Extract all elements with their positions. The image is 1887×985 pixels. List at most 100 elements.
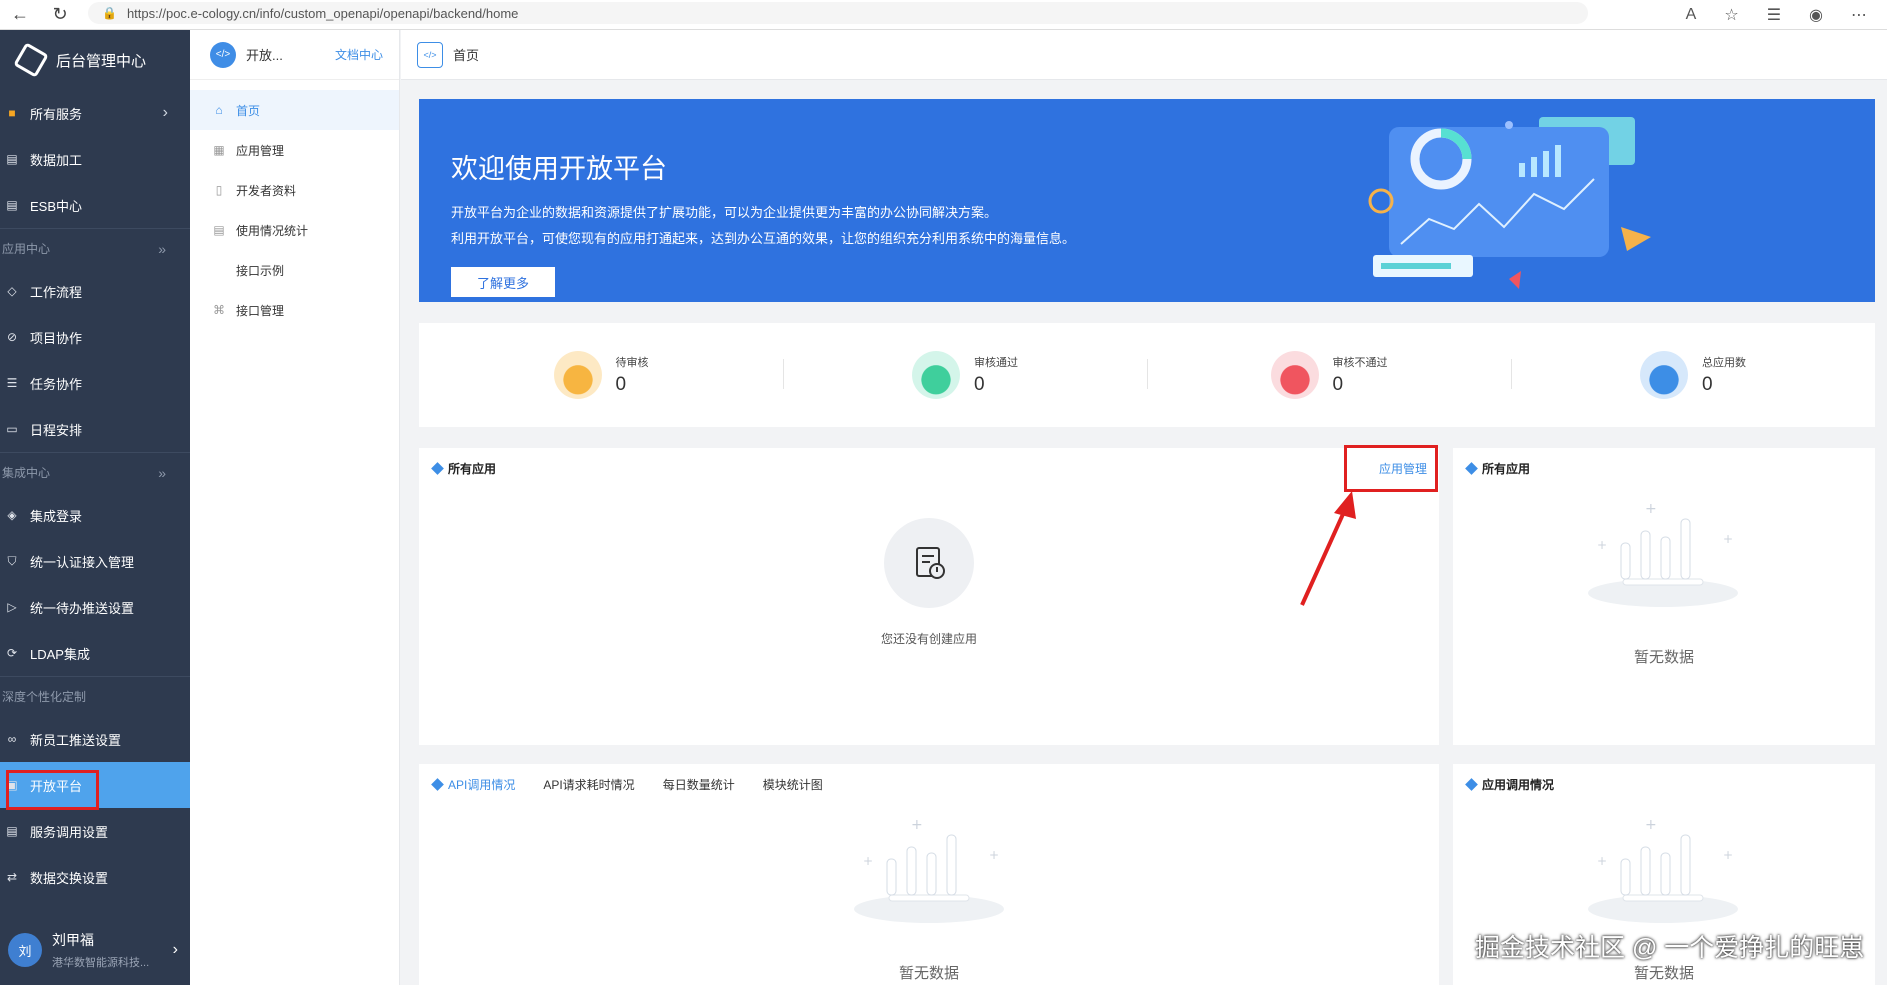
sync-icon: ⟳ [6,646,18,660]
sidebar-item-auth[interactable]: ⛉ 统一认证接入管理 [0,538,190,584]
pending-card-icon [553,351,602,399]
review-stats: 待审核 0 审核通过 0 审核不通过 0 总应用数 0 [419,323,1875,427]
sidebar-item-data-processing[interactable]: ▤ 数据加工 [0,136,190,182]
table-icon: ▤ [6,152,18,166]
code-window-icon: </> [417,41,443,68]
subnav-item-label: 应用管理 [236,143,285,158]
sidebar-item-new-employee-push[interactable]: ∞ 新员工推送设置 [0,716,190,762]
breadcrumb: </> 首页 [401,30,1887,80]
subnav-item-api-management[interactable]: ⌘ 接口管理 [190,290,399,330]
stat-label: 审核不通过 [1332,357,1388,369]
calendar-icon: ▭ [6,422,18,436]
stat-label: 总应用数 [1702,357,1746,369]
address-bar[interactable]: 🔒 https://poc.e-cology.cn/info/custom_op… [88,2,1588,24]
command-icon: ⌘ [213,303,225,317]
tab-module-chart[interactable]: 模块统计图 [763,776,823,793]
sidebar-item-workflow[interactable]: ◇ 工作流程 [0,268,190,314]
sidebar-group-customization[interactable]: 深度个性化定制 [0,676,190,716]
tab-api-calls[interactable]: API调用情况 [431,776,515,793]
profile-icon[interactable]: ◉ [1809,5,1823,25]
subnav-item-api-examples[interactable]: 接口示例 [190,250,399,290]
svg-text:+: + [911,819,923,833]
red-arrow-annotation [1300,491,1356,606]
tab-api-latency[interactable]: API请求耗时情况 [543,776,634,793]
cube-logo-icon [13,42,49,78]
svg-text:+: + [1723,532,1733,546]
subnav-item-app-management[interactable]: ▦ 应用管理 [190,130,399,170]
banner-title: 欢迎使用开放平台 [451,154,667,184]
subnav-item-developer-profile[interactable]: ▯ 开发者资料 [190,170,399,210]
sidebar-item-todo-push[interactable]: ▷ 统一待办推送设置 [0,584,190,630]
user-name: 刘甲福 [52,932,94,948]
all-apps-side-panel: 所有应用 + + + 暂无数据 [1453,448,1875,745]
brand[interactable]: 后台管理中心 [0,30,190,90]
svg-text:+: + [1723,848,1733,862]
empty-document-icon [884,518,974,608]
grid-icon: ▦ [213,143,225,157]
sidebar-item-label: 数据加工 [30,152,83,168]
sidebar-item-label: 所有服务 [30,106,83,122]
doc-center-link[interactable]: 文档中心 [335,46,383,63]
compass-icon: ⊘ [6,330,18,344]
sidebar-item-task[interactable]: ☰ 任务协作 [0,360,190,406]
svg-text:+: + [1597,854,1607,868]
favorite-star-icon[interactable]: ☆ [1724,5,1738,25]
sidebar-item-label: 服务调用设置 [30,824,109,840]
group-label: 集成中心 [2,466,51,480]
sidebar-group-app-center[interactable]: 应用中心 » [0,228,190,268]
list-icon: ☰ [6,376,18,390]
rejected-folder-icon [1270,351,1319,399]
subnav-item-label: 开发者资料 [236,183,297,198]
subnav-item-label: 使用情况统计 [236,223,309,238]
approved-folder-icon [912,351,960,399]
sidebar-item-project[interactable]: ⊘ 项目协作 [0,314,190,360]
home-icon: ⌂ [215,103,223,117]
sidebar-group-integration[interactable]: 集成中心 » [0,452,190,492]
subnav-item-usage-stats[interactable]: ▤ 使用情况统计 [190,210,399,250]
send-icon: ▷ [7,600,17,614]
sidebar-item-service-call[interactable]: ▤ 服务调用设置 [0,808,190,854]
group-label: 深度个性化定制 [2,690,87,704]
sidebar-item-sso[interactable]: ◈ 集成登录 [0,492,190,538]
double-chevron-icon: » [158,464,166,481]
read-aloud-icon[interactable]: A [1686,6,1697,24]
reload-icon[interactable]: ↻ [40,4,80,25]
user-org: 港华数智能源科技... [52,957,150,969]
tab-daily-count[interactable]: 每日数量统计 [663,776,735,793]
subnav-item-home[interactable]: ⌂ 首页 [190,90,399,130]
main-sidebar: 后台管理中心 ■ 所有服务 › ▤ 数据加工 ▤ ESB中心 应用中心 » ◇ … [0,30,190,985]
stat-value: 0 [1702,374,1713,395]
banner-desc-1: 开放平台为企业的数据和资源提供了扩展功能，可以为企业提供更为丰富的办公协同解决方… [451,205,998,220]
user-card[interactable]: 刘 刘甲福 港华数智能源科技... › [0,915,190,985]
panel-title: 应用调用情况 [1465,776,1554,793]
sidebar-item-schedule[interactable]: ▭ 日程安排 [0,406,190,452]
group-label: 应用中心 [2,242,51,256]
empty-chart-icon: + + + [854,819,1004,923]
breadcrumb-current: 首页 [453,48,480,63]
diamond-icon [1465,462,1478,475]
more-icon[interactable]: ⋯ [1851,5,1867,25]
watermark: 掘金技术社区 @ 一个爱挣扎的旺崽 [1475,934,1865,962]
panel-title: 所有应用 [431,460,496,477]
sidebar-item-label: 数据交换设置 [30,870,109,886]
welcome-banner: 欢迎使用开放平台 开放平台为企业的数据和资源提供了扩展功能，可以为企业提供更为丰… [419,99,1875,302]
sidebar-item-ldap[interactable]: ⟳ LDAP集成 [0,630,190,676]
stat-approved: 审核通过 0 [783,323,1147,427]
sidebar-item-all-services[interactable]: ■ 所有服务 › [0,90,190,136]
database-icon: ◈ [7,508,17,522]
brand-title: 后台管理中心 [56,52,147,70]
stat-value: 0 [1332,374,1344,395]
learn-more-button[interactable]: 了解更多 [451,267,555,297]
layers-icon: ◇ [7,284,17,298]
favorites-list-icon[interactable]: ☰ [1767,5,1781,25]
highlight-box-open-platform [6,770,99,810]
sidebar-item-data-exchange[interactable]: ⇄ 数据交换设置 [0,854,190,900]
total-apps-icon [1640,351,1688,399]
avatar: 刘 [8,933,42,967]
sidebar-item-esb[interactable]: ▤ ESB中心 [0,182,190,228]
stat-value: 0 [615,374,627,395]
back-icon[interactable]: ← [0,4,40,25]
subnav-item-label: 首页 [236,103,261,118]
shield-icon: ⛉ [7,553,17,568]
subnav-title: 开放... [246,48,283,63]
